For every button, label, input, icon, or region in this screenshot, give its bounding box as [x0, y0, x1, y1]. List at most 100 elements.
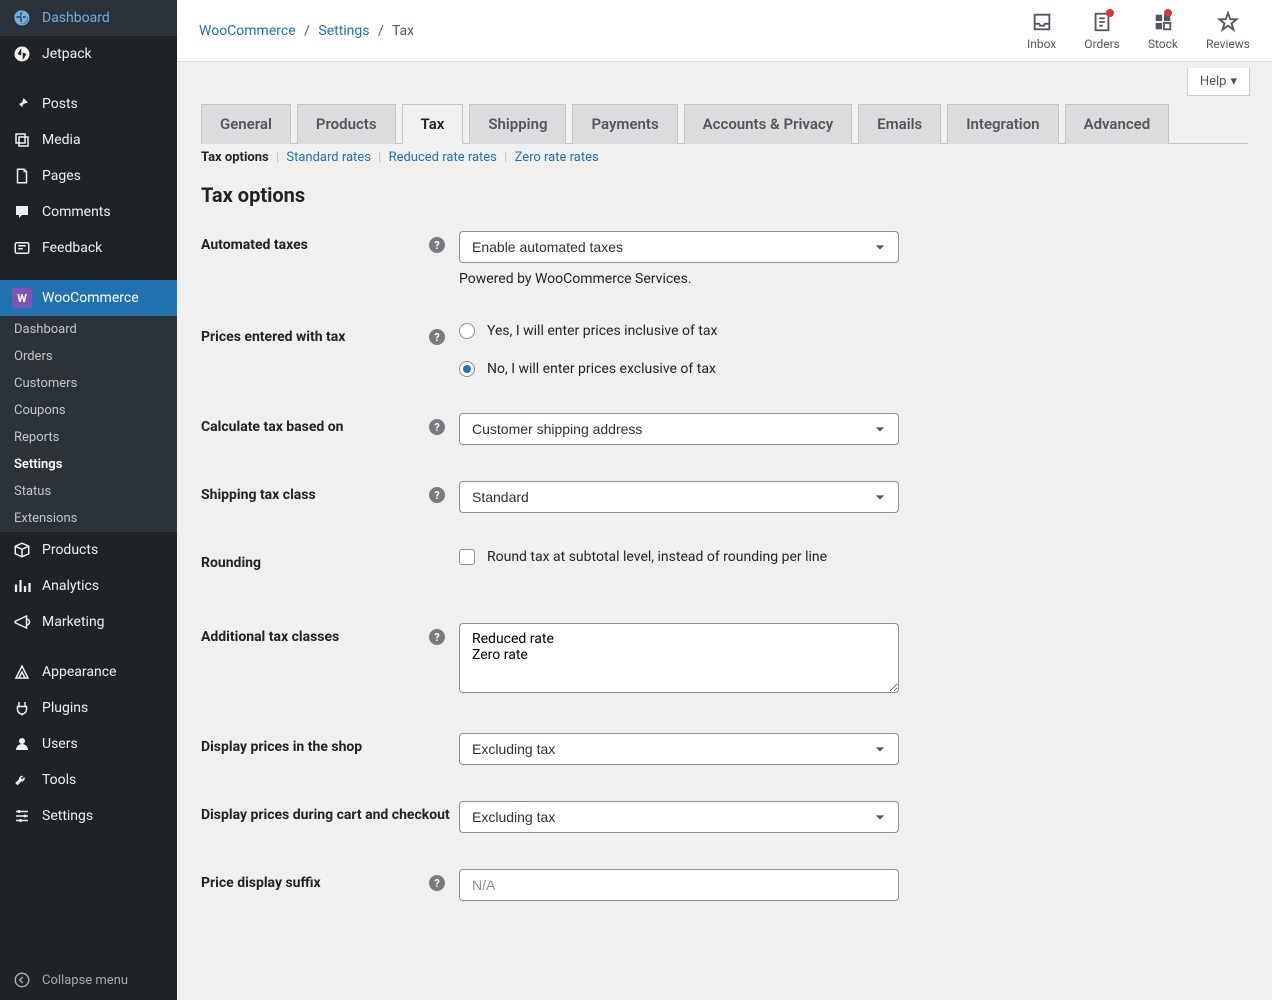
tab-tax[interactable]: Tax — [402, 104, 464, 144]
marketing-icon — [12, 612, 32, 632]
plugins-icon — [12, 698, 32, 718]
tab-advanced[interactable]: Advanced — [1065, 104, 1170, 144]
top-action-stock[interactable]: Stock — [1148, 11, 1178, 51]
sidebar-item-posts[interactable]: Posts — [0, 86, 177, 122]
label-rounding: Rounding — [201, 555, 261, 571]
sidebar-item-pages[interactable]: Pages — [0, 158, 177, 194]
reviews-icon — [1217, 11, 1239, 33]
label-display-cart: Display prices during cart and checkout — [201, 807, 450, 823]
chevron-down-icon: ▾ — [1230, 74, 1237, 89]
sidebar-item-marketing[interactable]: Marketing — [0, 604, 177, 640]
label-price-suffix: Price display suffix — [201, 875, 321, 891]
dashboard-icon — [12, 8, 32, 28]
subnav-zero[interactable]: Zero rate rates — [515, 150, 599, 165]
settings-tabs: General Products Tax Shipping Payments A… — [201, 104, 1248, 144]
comments-icon — [12, 202, 32, 222]
sidebar-item-dashboard[interactable]: Dashboard — [0, 0, 177, 36]
desc-automated-taxes: Powered by WooCommerce Services. — [459, 271, 919, 287]
submenu-dashboard[interactable]: Dashboard — [0, 316, 177, 343]
tab-shipping[interactable]: Shipping — [469, 104, 566, 144]
sidebar-item-plugins[interactable]: Plugins — [0, 690, 177, 726]
sidebar-item-comments[interactable]: Comments — [0, 194, 177, 230]
help-tip-icon[interactable]: ? — [429, 329, 445, 345]
subnav-standard[interactable]: Standard rates — [286, 150, 371, 165]
submenu-coupons[interactable]: Coupons — [0, 397, 177, 424]
submenu-status[interactable]: Status — [0, 478, 177, 505]
section-title: Tax options — [201, 183, 1248, 207]
radio-prices-exclusive[interactable]: No, I will enter prices exclusive of tax — [459, 361, 919, 377]
label-calc-tax: Calculate tax based on — [201, 419, 344, 435]
select-display-cart[interactable]: Excluding tax — [459, 801, 899, 833]
help-tip-icon[interactable]: ? — [429, 629, 445, 645]
collapse-menu[interactable]: Collapse menu — [0, 960, 177, 1000]
top-action-inbox[interactable]: Inbox — [1027, 11, 1056, 51]
badge-dot — [1106, 9, 1114, 17]
subnav-tax-options[interactable]: Tax options — [201, 150, 269, 165]
radio-prices-inclusive[interactable]: Yes, I will enter prices inclusive of ta… — [459, 323, 919, 339]
users-icon — [12, 734, 32, 754]
submenu-orders[interactable]: Orders — [0, 343, 177, 370]
sidebar-item-feedback[interactable]: Feedback — [0, 230, 177, 266]
pin-icon — [12, 94, 32, 114]
breadcrumb: WooCommerce / Settings / Tax — [199, 23, 414, 39]
jetpack-icon — [12, 44, 32, 64]
sidebar-item-woocommerce[interactable]: W WooCommerce — [0, 280, 177, 316]
submenu-extensions[interactable]: Extensions — [0, 505, 177, 532]
tax-subnav: Tax options | Standard rates | Reduced r… — [201, 150, 1248, 165]
crumb-current: Tax — [392, 23, 414, 39]
woocommerce-icon: W — [12, 288, 32, 308]
submenu-reports[interactable]: Reports — [0, 424, 177, 451]
help-tip-icon[interactable]: ? — [429, 487, 445, 503]
tools-icon — [12, 770, 32, 790]
select-automated-taxes[interactable]: Enable automated taxes — [459, 231, 899, 263]
crumb-woocommerce[interactable]: WooCommerce — [199, 23, 296, 39]
input-price-suffix[interactable] — [459, 869, 899, 901]
label-shipping-tax-class: Shipping tax class — [201, 487, 316, 503]
top-bar: WooCommerce / Settings / Tax Inbox Order… — [177, 0, 1272, 62]
select-display-shop[interactable]: Excluding tax — [459, 733, 899, 765]
textarea-additional-classes[interactable] — [459, 623, 899, 693]
top-actions: Inbox Orders Stock Reviews — [1027, 11, 1250, 51]
inbox-icon — [1031, 11, 1053, 33]
subnav-reduced[interactable]: Reduced rate rates — [389, 150, 497, 165]
tab-accounts[interactable]: Accounts & Privacy — [684, 104, 853, 144]
tab-integration[interactable]: Integration — [947, 104, 1058, 144]
label-automated-taxes: Automated taxes — [201, 237, 308, 253]
radio-icon — [459, 361, 475, 377]
sidebar-item-tools[interactable]: Tools — [0, 762, 177, 798]
select-calc-tax[interactable]: Customer shipping address — [459, 413, 899, 445]
crumb-settings[interactable]: Settings — [318, 23, 369, 39]
select-shipping-tax-class[interactable]: Standard — [459, 481, 899, 513]
pages-icon — [12, 166, 32, 186]
tab-emails[interactable]: Emails — [858, 104, 941, 144]
help-tip-icon[interactable]: ? — [429, 237, 445, 253]
help-button[interactable]: Help ▾ — [1187, 68, 1250, 96]
checkbox-rounding[interactable]: Round tax at subtotal level, instead of … — [459, 549, 919, 565]
submenu-settings[interactable]: Settings — [0, 451, 177, 478]
appearance-icon — [12, 662, 32, 682]
main-content: WooCommerce / Settings / Tax Inbox Order… — [177, 0, 1272, 1000]
top-action-reviews[interactable]: Reviews — [1206, 11, 1250, 51]
submenu-customers[interactable]: Customers — [0, 370, 177, 397]
label-additional-classes: Additional tax classes — [201, 629, 339, 645]
help-tip-icon[interactable]: ? — [429, 419, 445, 435]
sidebar-item-jetpack[interactable]: Jetpack — [0, 36, 177, 72]
top-action-orders[interactable]: Orders — [1084, 11, 1120, 51]
sidebar-item-products[interactable]: Products — [0, 532, 177, 568]
sidebar-item-analytics[interactable]: Analytics — [0, 568, 177, 604]
checkbox-icon — [459, 549, 475, 565]
tab-products[interactable]: Products — [297, 104, 396, 144]
tab-general[interactable]: General — [201, 104, 291, 144]
sidebar-item-appearance[interactable]: Appearance — [0, 654, 177, 690]
settings-icon — [12, 806, 32, 826]
media-icon — [12, 130, 32, 150]
label-display-shop: Display prices in the shop — [201, 739, 362, 755]
sidebar-item-settings[interactable]: Settings — [0, 798, 177, 834]
sidebar-item-media[interactable]: Media — [0, 122, 177, 158]
radio-icon — [459, 323, 475, 339]
label-prices-entered: Prices entered with tax — [201, 329, 345, 345]
sidebar-item-users[interactable]: Users — [0, 726, 177, 762]
help-tip-icon[interactable]: ? — [429, 875, 445, 891]
tab-payments[interactable]: Payments — [572, 104, 677, 144]
badge-dot — [1164, 9, 1172, 17]
